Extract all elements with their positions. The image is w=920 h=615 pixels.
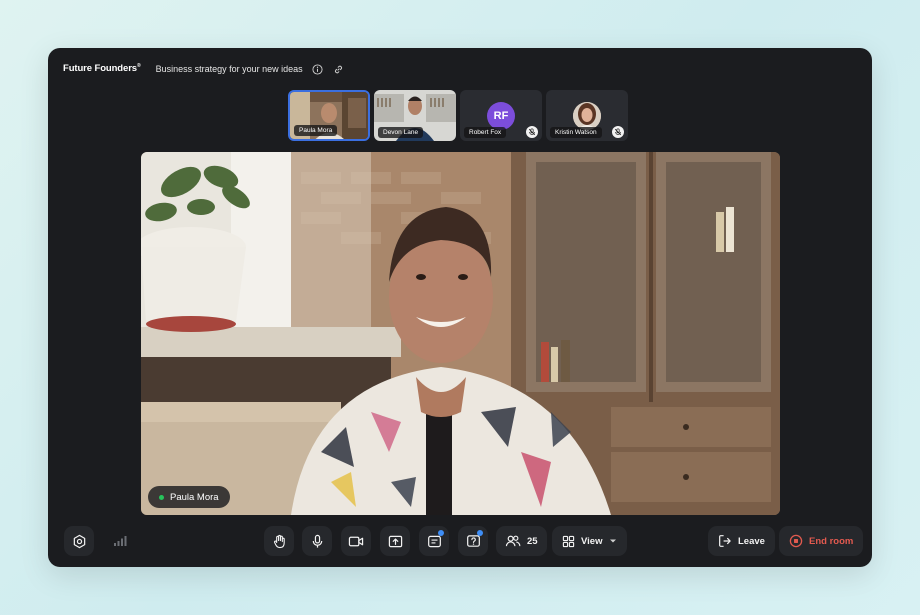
view-label: View xyxy=(581,535,603,547)
raise-hand-button[interactable] xyxy=(264,526,294,556)
participant-tile-robert[interactable]: RF Robert Fox xyxy=(460,90,542,141)
speaker-name: Paula Mora xyxy=(170,491,219,503)
end-room-label: End room xyxy=(809,535,854,547)
microphone-button[interactable] xyxy=(302,526,332,556)
participant-name: Robert Fox xyxy=(464,127,507,138)
participant-count: 25 xyxy=(527,535,538,547)
participant-tile-devon[interactable]: Devon Lane xyxy=(374,90,456,141)
people-icon xyxy=(505,535,521,547)
leave-icon xyxy=(719,535,731,547)
main-video-stage: Paula Mora xyxy=(141,152,780,515)
link-icon[interactable] xyxy=(333,63,345,75)
control-bar: 25 View Leave End room xyxy=(48,526,872,556)
settings-icon xyxy=(73,534,85,548)
brand-logo: Future Founders® xyxy=(63,63,141,74)
video-camera-icon xyxy=(348,536,364,546)
notification-dot xyxy=(477,530,483,536)
speaker-video xyxy=(141,152,780,515)
end-room-button[interactable]: End room xyxy=(779,526,864,556)
speaker-name-tag: Paula Mora xyxy=(148,486,230,508)
participant-tile-kristin[interactable]: Kristin Watson xyxy=(546,90,628,141)
participants-button[interactable]: 25 xyxy=(496,526,547,556)
hand-icon xyxy=(273,534,285,548)
view-dropdown[interactable]: View xyxy=(552,526,628,556)
brand-name: Future Founders xyxy=(63,63,137,75)
chat-button[interactable] xyxy=(419,526,449,556)
record-stop-icon xyxy=(789,534,803,548)
camera-button[interactable] xyxy=(341,526,371,556)
status-dot xyxy=(159,494,164,500)
caret-down-icon xyxy=(610,539,617,543)
top-bar: Future Founders® Business strategy for y… xyxy=(63,62,345,76)
meeting-window: Future Founders® Business strategy for y… xyxy=(48,48,872,567)
grid-icon xyxy=(562,535,575,547)
participant-name: Kristin Watson xyxy=(550,127,602,138)
participant-name: Paula Mora xyxy=(294,125,338,136)
questions-button[interactable] xyxy=(458,526,488,556)
participant-name: Devon Lane xyxy=(378,127,424,138)
notification-dot xyxy=(438,530,444,536)
microphone-icon xyxy=(312,534,322,548)
mic-off-icon xyxy=(526,126,538,138)
leave-button[interactable]: Leave xyxy=(708,526,775,556)
info-icon[interactable] xyxy=(312,63,324,75)
share-screen-icon xyxy=(388,535,402,547)
meeting-title: Business strategy for your new ideas xyxy=(155,64,303,74)
share-screen-button[interactable] xyxy=(380,526,410,556)
avatar: RF xyxy=(487,102,515,130)
settings-button[interactable] xyxy=(64,526,94,556)
brand-mark: ® xyxy=(136,63,141,70)
participant-strip: Paula Mora Devon Lane RF Robert Fox Kris… xyxy=(288,90,628,141)
signal-strength-icon xyxy=(105,526,135,556)
mic-off-icon xyxy=(612,126,624,138)
avatar xyxy=(573,102,601,130)
leave-label: Leave xyxy=(738,535,765,547)
participant-tile-paula[interactable]: Paula Mora xyxy=(288,90,370,141)
